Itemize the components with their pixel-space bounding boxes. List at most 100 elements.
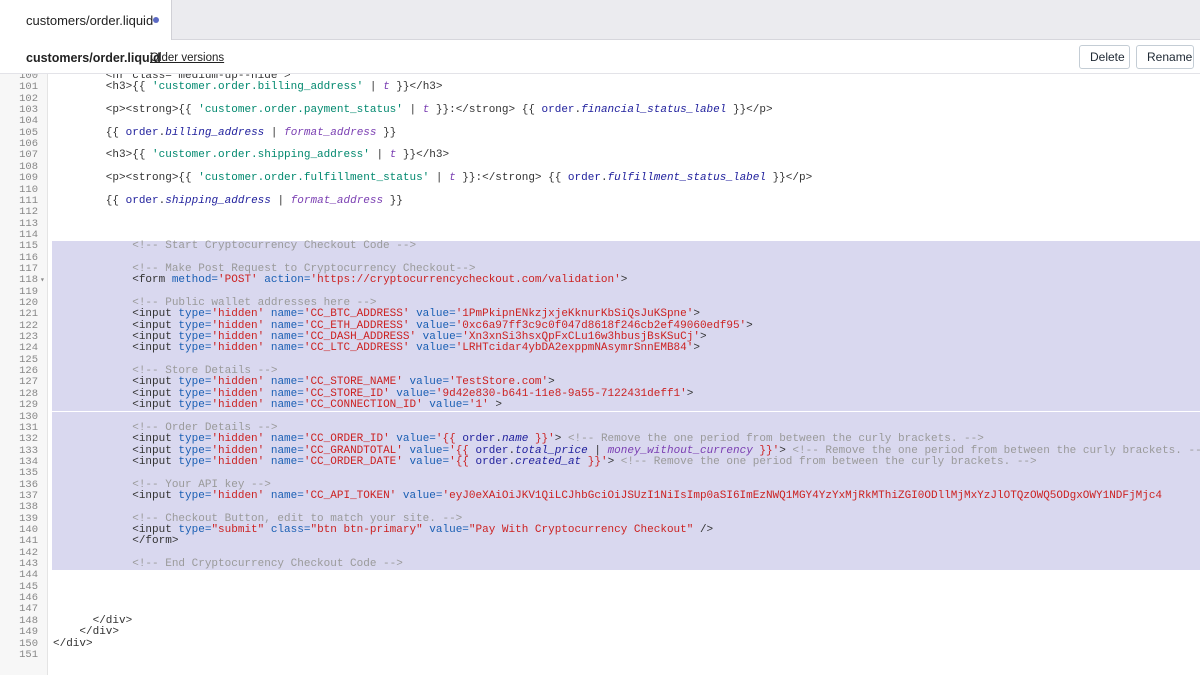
code-token: > [488, 399, 502, 412]
code-editor[interactable]: 100 <hr class="medium-up--hide"> 101 <h3>… [0, 74, 1200, 675]
code-line[interactable]: 145 [0, 581, 1200, 593]
code-line[interactable]: 147 [0, 604, 1200, 616]
code-token: 'CC_STORE_NAME' [303, 376, 403, 389]
code-token: > [693, 308, 700, 321]
code-line[interactable]: 124 <input type='hidden' name='CC_LTC_AD… [0, 343, 1200, 355]
code-line[interactable]: 141 </form> [0, 535, 1200, 548]
code-token: value= [416, 331, 463, 344]
code-token: 'https://cryptocurrencycheckout.com/vali… [310, 274, 621, 287]
code-line[interactable]: 103 <p><strong>{{ 'customer.order.paymen… [0, 104, 1200, 117]
code-line[interactable]: 151 [0, 649, 1200, 661]
delete-button[interactable]: Delete [1079, 45, 1130, 69]
code-token: 'CC_ORDER_DATE' [303, 455, 403, 468]
line-number: 109 [19, 172, 38, 185]
code-token: 'hidden' [211, 376, 265, 389]
code-token: | [264, 126, 285, 139]
code-token: </div> [53, 626, 120, 639]
code-token: 'customer.order.payment_status' [198, 104, 403, 117]
code-token: name= [264, 399, 304, 412]
code-token: <input [53, 331, 179, 344]
code-token: 'hidden' [211, 308, 265, 321]
code-token: format_address [284, 126, 377, 139]
code-token: type= [178, 308, 212, 321]
code-line[interactable]: 137 <input type='hidden' name='CC_API_TO… [0, 489, 1200, 503]
code-token: t [383, 81, 390, 94]
code-token: "btn btn-primary" [310, 524, 423, 536]
code-token: 'CC_BTC_ADDRESS' [303, 308, 410, 321]
code-token: 'customer.order.shipping_address' [152, 149, 370, 162]
line-number: 135 [19, 467, 38, 480]
code-token: created_at [515, 455, 582, 468]
code-line[interactable]: 111 {{ order.shipping_address | format_a… [0, 194, 1200, 207]
code-token: type= [178, 342, 212, 355]
code-token: 'Xn3xnSi3hsxQpFxCLu16w3hbusjBsKSuCj' [462, 331, 700, 344]
code-token: | [369, 149, 390, 162]
code-token: <form [53, 274, 172, 287]
code-token: value= [389, 387, 436, 400]
code-line[interactable]: 148 </div> [0, 615, 1200, 627]
code-token: name= [264, 342, 304, 355]
code-token: 'hidden' [211, 455, 265, 468]
code-token: > [607, 455, 621, 468]
code-token: </div> [53, 637, 93, 650]
code-token: total_price [515, 444, 588, 457]
file-header: customers/order.liquid Older versions De… [0, 40, 1200, 74]
code-token: }} [376, 126, 397, 139]
code-token: value= [402, 376, 450, 389]
code-token: | [270, 194, 291, 207]
code-token: 'CC_CONNECTION_ID' [303, 399, 423, 412]
code-token: type= [178, 319, 212, 332]
code-text: <input type='hidden' name='CC_ORDER_DATE… [53, 455, 1036, 468]
code-line[interactable]: 143 <!-- End Cryptocurrency Checkout Cod… [0, 558, 1200, 571]
code-token: financial_status_label [581, 104, 727, 117]
code-line[interactable]: 118 ▾ <form method='POST' action='https:/… [0, 274, 1200, 287]
rename-button[interactable]: Rename [1136, 45, 1194, 69]
code-line[interactable]: 129 <input type='hidden' name='CC_CONNEC… [0, 399, 1200, 412]
code-line[interactable]: 109 <p><strong>{{ 'customer.order.fulfil… [0, 172, 1200, 185]
code-token: 'hidden' [211, 319, 265, 332]
code-token: > [554, 433, 568, 446]
code-token: name= [264, 319, 304, 332]
code-line[interactable]: 113 [0, 218, 1200, 230]
code-line[interactable]: 149 </div> [0, 626, 1200, 639]
code-token: order [125, 126, 159, 139]
code-token: 'hidden' [211, 399, 265, 412]
line-number: 129 [19, 399, 38, 412]
line-number: 132 [19, 433, 38, 446]
code-token: name= [264, 387, 304, 400]
code-token: 'POST' [218, 274, 258, 287]
code-line[interactable]: 112 [0, 206, 1200, 219]
line-number: 112 [19, 206, 38, 219]
code-token: <!-- End Cryptocurrency Checkout Code --… [53, 558, 403, 571]
tab-order-liquid[interactable]: customers/order.liquid [0, 0, 172, 40]
code-line[interactable]: 150 </div> [0, 637, 1200, 650]
code-line[interactable]: 101 <h3>{{ 'customer.order.billing_addre… [0, 81, 1200, 94]
code-line[interactable]: 134 <input type='hidden' name='CC_ORDER_… [0, 455, 1200, 469]
code-text: {{ order.billing_address | format_addres… [53, 126, 397, 139]
code-token: }}</p> [726, 104, 773, 117]
code-token: > [686, 387, 694, 400]
code-token: '{{ [449, 455, 476, 468]
line-number: 141 [19, 535, 38, 548]
code-line[interactable]: 107 <h3>{{ 'customer.order.shipping_addr… [0, 149, 1200, 162]
code-line[interactable]: 144 [0, 570, 1200, 582]
older-versions-link[interactable]: Older versions [150, 52, 224, 64]
code-token: 'CC_STORE_ID' [303, 387, 390, 400]
code-token: }}</p> [765, 172, 813, 185]
code-line[interactable]: 140 <input type="submit" class="btn btn-… [0, 524, 1200, 537]
code-token: }}</h3> [396, 149, 450, 162]
code-token: t [449, 172, 456, 185]
code-token: "Pay With Cryptocurrency Checkout" [468, 524, 694, 536]
code-line[interactable]: 146 [0, 592, 1200, 604]
code-line[interactable]: 115 <!-- Start Cryptocurrency Checkout C… [0, 240, 1200, 253]
code-line[interactable]: 105 {{ order.billing_address | format_ad… [0, 126, 1200, 139]
code-token: <!-- Make Post Request to Cryptocurrency… [53, 262, 476, 275]
code-token: <!-- Order Details --> [53, 421, 278, 434]
code-token: order [541, 104, 575, 117]
code-text: <input type='hidden' name='CC_LTC_ADDRES… [53, 343, 700, 354]
line-number: 101 [19, 81, 38, 94]
code-token: name= [264, 489, 304, 502]
code-token: value= [409, 342, 456, 355]
code-token: 'hidden' [211, 444, 265, 457]
fold-arrow-icon[interactable]: ▾ [40, 275, 45, 286]
